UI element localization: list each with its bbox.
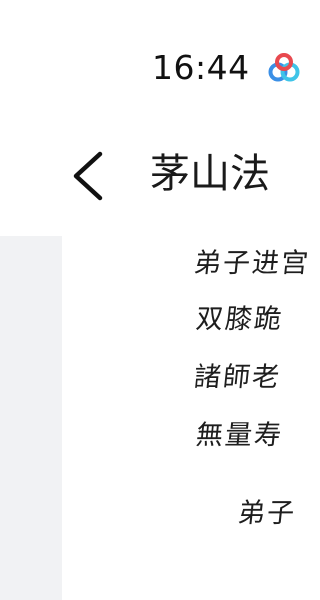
chevron-left-icon [73,151,103,201]
status-time: 16:44 [152,48,250,87]
back-button[interactable] [64,144,112,208]
content-area[interactable]: 弟子进宫 双膝跪 諸師老 無量寿 弟子 [0,236,312,600]
status-bar: 16:44 [0,0,300,118]
document-line: 弟子 [236,498,298,529]
nav-bar: 茅山法 [0,118,300,236]
document-line: 双膝跪 [194,304,285,335]
colorful-rings-icon [264,50,304,90]
document-line: 諸師老 [192,362,283,393]
document-page: 弟子进宫 双膝跪 諸師老 無量寿 弟子 [62,236,312,600]
document-line: 無量寿 [194,420,285,451]
page-title: 茅山法 [150,151,270,197]
document-line: 弟子进宫 [192,248,312,279]
